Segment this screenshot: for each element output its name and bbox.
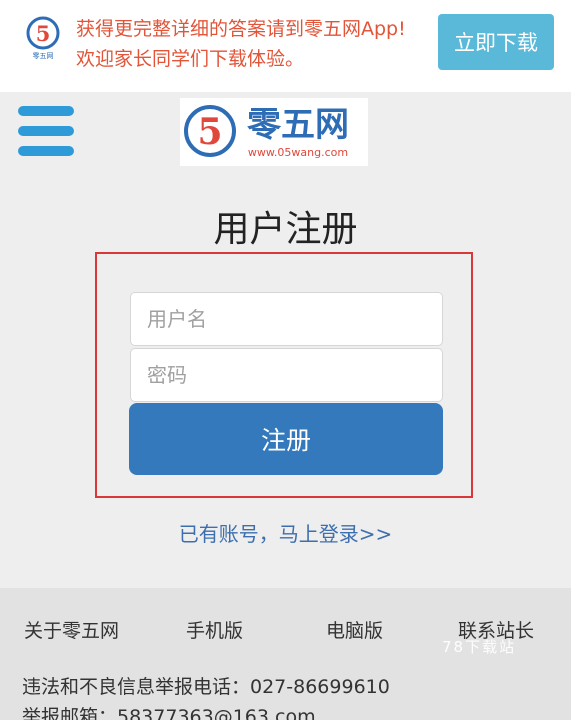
register-button[interactable]: 注册 xyxy=(129,403,443,475)
app-logo-label: 零五网 xyxy=(33,52,54,60)
download-now-button[interactable]: 立即下载 xyxy=(438,14,554,70)
site-logo[interactable]: 5 零五网 www.05wang.com xyxy=(180,98,368,166)
site-logo-url: www.05wang.com xyxy=(248,146,348,159)
app-logo-icon: 5 零五网 xyxy=(22,14,64,60)
hamburger-menu-icon[interactable] xyxy=(18,104,76,158)
banner-message-line1: 获得更完整详细的答案请到零五网App! xyxy=(76,18,406,40)
footer-link-desktop[interactable]: 电脑版 xyxy=(326,616,383,643)
svg-text:5: 5 xyxy=(197,111,222,153)
page-title: 用户注册 xyxy=(213,209,358,250)
footer-link-mobile[interactable]: 手机版 xyxy=(186,616,243,643)
report-email-text: 举报邮箱：58377363@163.com xyxy=(22,706,316,720)
report-phone-text: 违法和不良信息举报电话：027-86699610 xyxy=(22,676,390,698)
password-input[interactable] xyxy=(130,348,443,402)
svg-text:5: 5 xyxy=(36,21,51,46)
banner-message: 获得更完整详细的答案请到零五网App! 欢迎家长同学们下载体验。 xyxy=(76,14,426,74)
banner-message-line2: 欢迎家长同学们下载体验。 xyxy=(76,48,305,70)
site-logo-text: 零五网 xyxy=(247,105,349,145)
username-input[interactable] xyxy=(130,292,443,346)
login-link[interactable]: 已有账号，马上登录>> xyxy=(0,518,571,547)
app-download-banner: 5 零五网 获得更完整详细的答案请到零五网App! 欢迎家长同学们下载体验。 立… xyxy=(0,0,571,92)
watermark: 78下载站 xyxy=(442,638,517,656)
footer-link-about[interactable]: 关于零五网 xyxy=(24,616,119,643)
